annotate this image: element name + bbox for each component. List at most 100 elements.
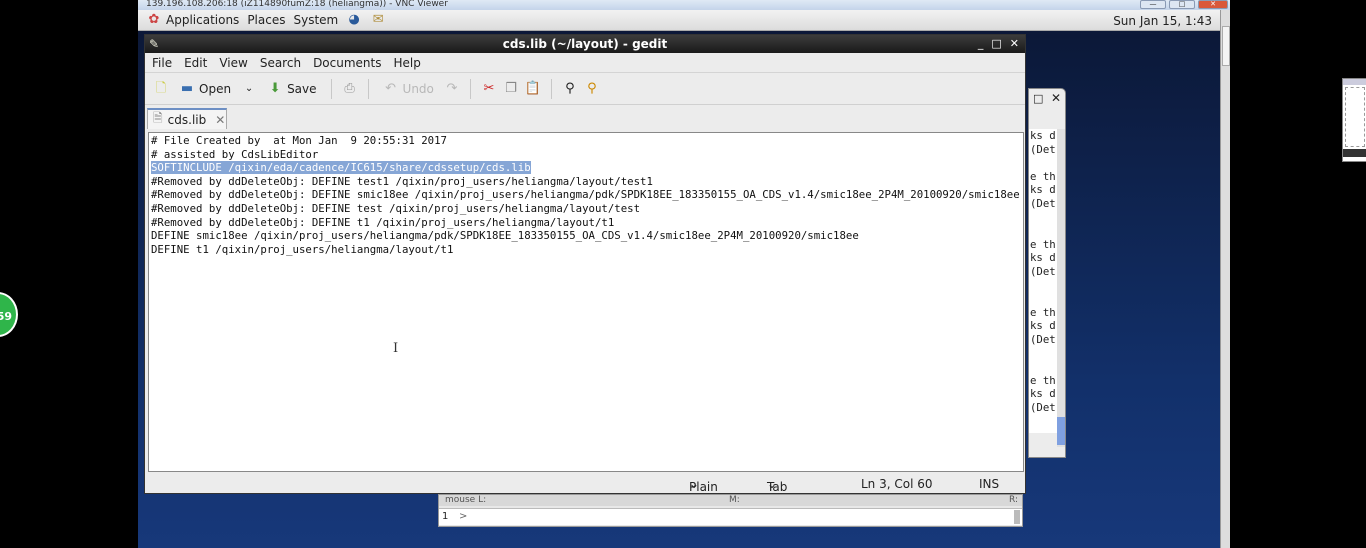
window-thumbnail[interactable]: [1342, 78, 1366, 162]
command-line[interactable]: 1 >: [439, 508, 1022, 525]
background-line: [1029, 360, 1057, 374]
document-icon: 🗎: [153, 111, 163, 125]
notification-badge[interactable]: 59: [0, 292, 18, 337]
top-panel: ✿ Applications Places System ◕ ✉: [138, 10, 1220, 31]
background-text: ks d (Det e th ks d (Det e th ks d (Det e th k…: [1029, 129, 1057, 433]
vnc-viewer-window: 139.196.108.206:18 (iZ114890fumZ:18 (hel…: [138, 0, 1366, 548]
background-line: (Det: [1030, 400, 1056, 414]
open-label: Open: [199, 81, 232, 96]
tab-bar: 🗎 cds.lib ✕: [145, 105, 1025, 129]
find-icon[interactable]: ⚲: [562, 81, 578, 97]
background-line: ks d: [1030, 319, 1056, 333]
mouse-right-label: R:: [1009, 495, 1019, 505]
save-icon: ⬇: [269, 80, 281, 96]
print-icon[interactable]: ⎙: [342, 81, 358, 97]
new-document-icon[interactable]: 🗋: [153, 81, 169, 97]
mail-icon[interactable]: ✉: [370, 12, 386, 28]
chevron-down-icon[interactable]: ⌄: [241, 81, 257, 97]
copy-icon[interactable]: ❐: [503, 81, 519, 97]
background-line: (Det: [1030, 142, 1056, 156]
vnc-title: 139.196.108.206:18 (iZ114890fumZ:18 (hel…: [138, 0, 1230, 10]
background-line: [1029, 428, 1057, 433]
background-line: ks d: [1030, 251, 1056, 265]
language-selector[interactable]: Plain Text ⌄: [689, 477, 718, 508]
editor-line: DEFINE smic18ee /qixin/proj_users/helian…: [151, 229, 859, 243]
text-cursor-icon: I: [393, 341, 399, 356]
menu-help[interactable]: Help: [393, 56, 420, 70]
gedit-titlebar: ✎ cds.lib (~/layout) - gedit _ □ ✕: [145, 35, 1025, 53]
find-replace-icon[interactable]: ⚲: [584, 81, 600, 97]
background-line: [1029, 156, 1057, 170]
gedit-app-icon: ✎: [149, 37, 160, 51]
save-button[interactable]: ⬇ Save: [263, 81, 320, 97]
menu-applications[interactable]: Applications: [166, 13, 239, 27]
menu-search[interactable]: Search: [260, 56, 301, 70]
scrollbar[interactable]: [1057, 129, 1065, 447]
background-line: (Det: [1030, 196, 1056, 210]
background-line: e th: [1030, 169, 1056, 183]
minimize-icon[interactable]: _: [978, 35, 984, 53]
editor-line: # assisted by CdsLibEditor: [151, 147, 319, 161]
background-line: [1029, 211, 1057, 225]
tab-label: cds.lib: [167, 112, 207, 127]
maximize-icon[interactable]: □: [1033, 92, 1043, 105]
cut-icon[interactable]: ✂: [481, 81, 497, 97]
close-button[interactable]: ✕: [1198, 0, 1228, 9]
close-tab-icon[interactable]: ✕: [215, 113, 225, 127]
undo-icon: ↶: [385, 80, 396, 96]
editor-line: #Removed by ddDeleteObj: DEFINE test /qi…: [151, 201, 641, 215]
background-line: ks d: [1030, 129, 1056, 142]
paste-icon[interactable]: 📋: [525, 81, 541, 97]
menu-places[interactable]: Places: [247, 13, 285, 27]
close-icon[interactable]: ✕: [1051, 91, 1061, 105]
background-line: ks d: [1030, 387, 1056, 401]
background-line: [1029, 292, 1057, 306]
save-label: Save: [287, 81, 317, 96]
tab-cds-lib[interactable]: 🗎 cds.lib ✕: [147, 108, 227, 129]
tab-width-selector[interactable]: Tab Width: 8 ⌄: [767, 477, 806, 522]
undo-button[interactable]: ↶ Undo: [379, 81, 438, 97]
menu-bar: File Edit View Search Documents Help: [145, 53, 1025, 73]
gnome-foot-icon: ✿: [148, 12, 160, 27]
open-button[interactable]: ▬ Open: [175, 81, 235, 97]
background-line: [1029, 279, 1057, 293]
vnc-scrollbar[interactable]: [1220, 10, 1230, 548]
background-line: [1029, 347, 1057, 361]
status-bar: Plain Text ⌄ Tab Width: 8 ⌄ Ln 3, Col 60…: [145, 474, 1025, 522]
vnc-window-controls: — □ ✕: [1140, 0, 1228, 9]
menu-view[interactable]: View: [219, 56, 247, 70]
background-line: e th: [1030, 237, 1056, 251]
menu-edit[interactable]: Edit: [184, 56, 207, 70]
maximize-button[interactable]: □: [1169, 0, 1195, 9]
undo-label: Undo: [402, 81, 434, 96]
maximize-icon[interactable]: □: [991, 35, 1001, 53]
redo-icon[interactable]: ↷: [444, 81, 460, 97]
background-line: (Det: [1030, 332, 1056, 346]
minimize-button[interactable]: —: [1140, 0, 1166, 9]
toolbar: 🗋 ▬ Open ⌄ ⬇ Save ⎙ ↶ Undo ↷ ✂ ❐ 📋 ⚲ ⚲: [145, 73, 1025, 105]
text-editor[interactable]: # File Created by at Mon Jan 9 20:55:31 …: [148, 132, 1024, 472]
menu-system[interactable]: System: [293, 13, 338, 27]
background-line: [1029, 414, 1057, 428]
line-number: 1: [442, 511, 449, 522]
editor-line: #Removed by ddDeleteObj: DEFINE smic18ee…: [151, 188, 1020, 202]
menu-file[interactable]: File: [152, 56, 172, 70]
editor-line: #Removed by ddDeleteObj: DEFINE test1 /q…: [151, 174, 653, 188]
background-window[interactable]: □ ✕ ks d (Det e th ks d (Det e th ks d (Det e…: [1028, 88, 1066, 458]
background-line: (Det: [1030, 264, 1056, 278]
cursor-position: Ln 3, Col 60: [861, 477, 933, 491]
insert-mode: INS: [979, 477, 1000, 491]
mouse-middle-label: M:: [729, 495, 740, 505]
close-icon[interactable]: ✕: [1010, 35, 1019, 53]
background-line: [1029, 224, 1057, 238]
mouse-bindings-window: mouse L: M: R: 1 >: [438, 494, 1023, 527]
menu-documents[interactable]: Documents: [313, 56, 381, 70]
prompt: >: [459, 511, 468, 522]
background-line: ks d: [1030, 183, 1056, 197]
window-title: cds.lib (~/layout) - gedit: [502, 37, 668, 51]
web-browser-icon[interactable]: ◕: [346, 12, 362, 28]
editor-line: DEFINE t1 /qixin/proj_users/heliangma/la…: [151, 242, 454, 256]
background-line: e th: [1030, 305, 1056, 319]
clock[interactable]: Sun Jan 15, 1:43: [1113, 14, 1212, 28]
gedit-window: ✎ cds.lib (~/layout) - gedit _ □ ✕ File Ed…: [144, 34, 1026, 522]
